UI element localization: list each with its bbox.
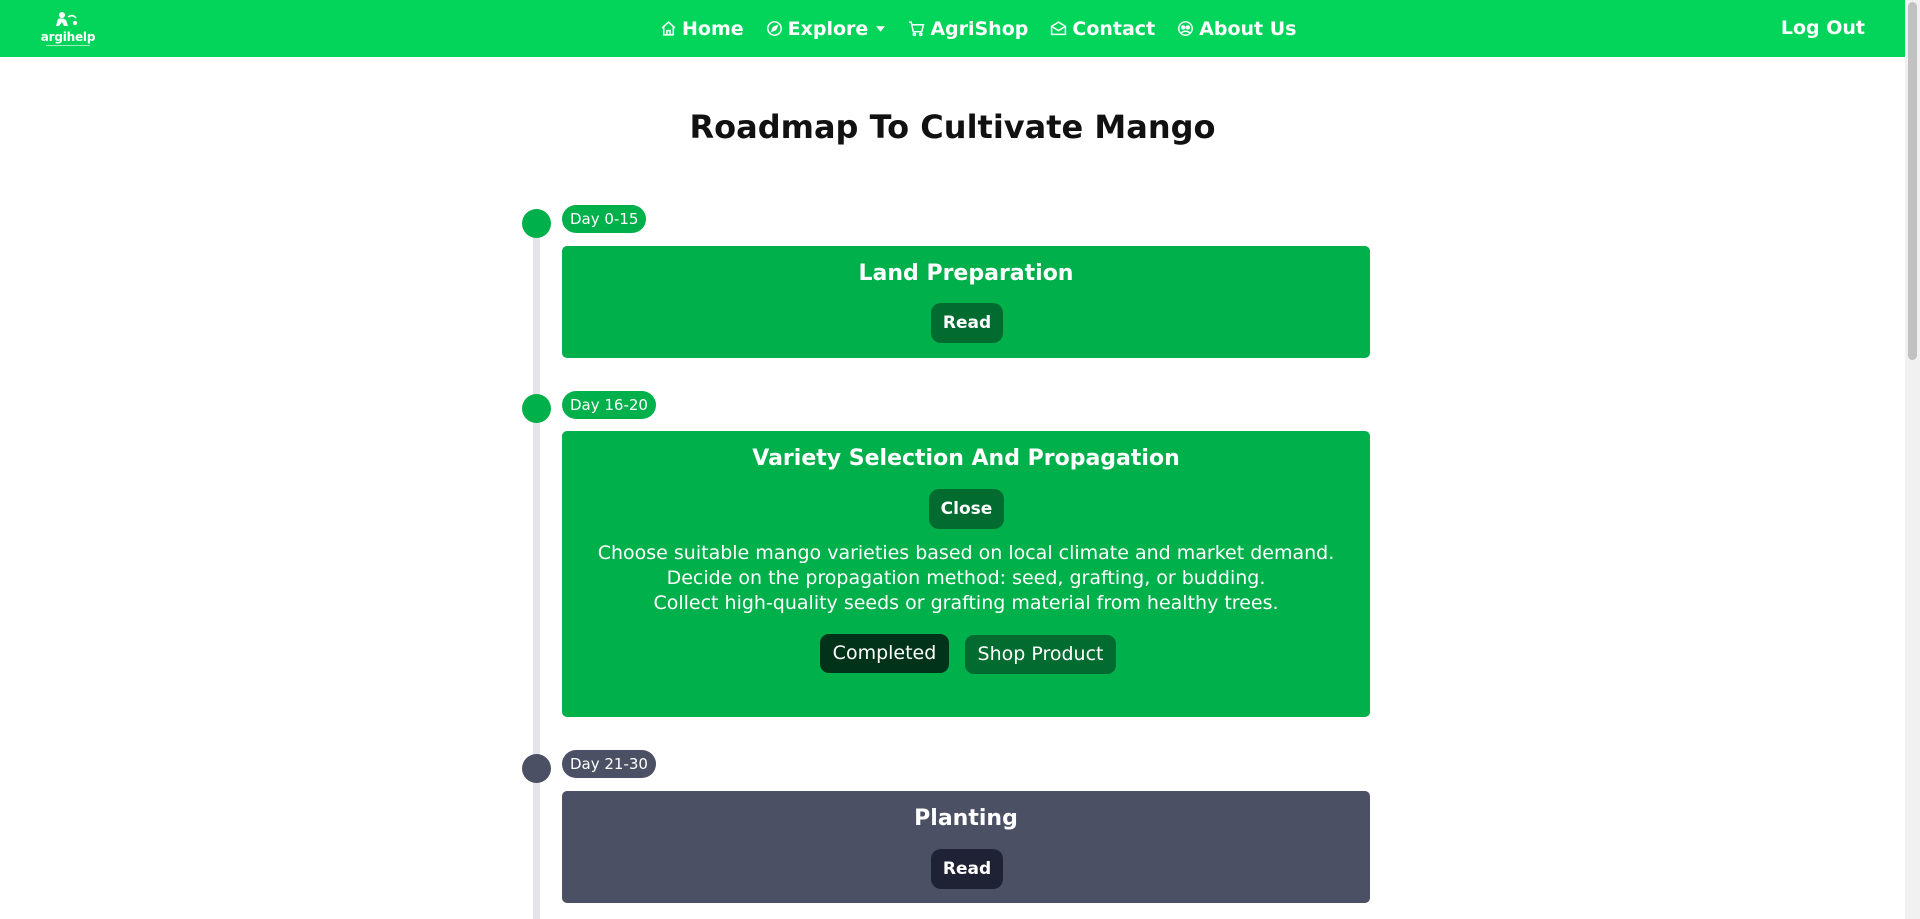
brand-logo[interactable]: argihelp: [38, 9, 98, 47]
nav-explore-label: Explore: [787, 17, 869, 40]
brand-underline: [46, 45, 90, 46]
read-button[interactable]: Read: [931, 849, 1003, 889]
completed-button[interactable]: Completed: [820, 634, 949, 673]
step-title: Planting: [914, 806, 1018, 831]
farmer-logo-icon: [56, 12, 77, 26]
nav-contact-label: Contact: [1072, 17, 1156, 40]
day-range-badge: Day 0-15: [562, 205, 647, 233]
people-icon: [1178, 21, 1194, 36]
description-line: Choose suitable mango varieties based on…: [597, 542, 1335, 564]
chevron-down-icon: [876, 26, 886, 32]
day-range-badge: Day 21-30: [562, 750, 656, 778]
step-card-planting: Planting Read: [562, 791, 1370, 903]
description-line: Collect high-quality seeds or grafting m…: [653, 592, 1279, 614]
nav-home[interactable]: Home: [660, 18, 744, 40]
step-card-land-preparation: Land Preparation Read: [562, 246, 1370, 358]
main-nav: Home Explore AgriShop Contact About Us: [660, 0, 1318, 57]
page-scrollbar-thumb[interactable]: [1908, 2, 1917, 360]
nav-about-label: About Us: [1199, 17, 1297, 40]
envelope-icon: [1051, 21, 1067, 36]
timeline-dot-completed: [522, 394, 551, 423]
read-button[interactable]: Read: [931, 303, 1003, 343]
nav-agrishop[interactable]: AgriShop: [908, 18, 1028, 40]
top-navbar: argihelp Home Explore AgriShop Contact A…: [0, 0, 1905, 57]
timeline-dot-completed: [522, 209, 551, 238]
shop-product-button[interactable]: Shop Product: [965, 635, 1116, 674]
step-description: Choose suitable mango varieties based on…: [562, 541, 1370, 616]
nav-contact[interactable]: Contact: [1050, 18, 1155, 40]
nav-about[interactable]: About Us: [1177, 18, 1296, 40]
logout-link[interactable]: Log Out: [1781, 17, 1865, 39]
day-range-badge: Day 16-20: [562, 391, 656, 419]
nav-agrishop-label: AgriShop: [930, 17, 1029, 40]
nav-explore[interactable]: Explore: [766, 18, 887, 40]
cart-icon: [909, 21, 925, 37]
close-button[interactable]: Close: [929, 489, 1004, 529]
description-line: Decide on the propagation method: seed, …: [666, 567, 1266, 589]
brand-name: argihelp: [40, 30, 96, 44]
nav-home-label: Home: [682, 17, 744, 40]
step-title: Land Preparation: [858, 261, 1074, 286]
timeline-dot-pending: [522, 754, 551, 783]
timeline-line: [533, 224, 540, 919]
home-icon: [661, 21, 676, 36]
step-title: Variety Selection And Propagation: [752, 446, 1180, 471]
step-card-variety-selection: Variety Selection And Propagation Close …: [562, 431, 1370, 717]
page-title: Roadmap To Cultivate Mango: [689, 108, 1216, 146]
compass-icon: [766, 21, 782, 36]
